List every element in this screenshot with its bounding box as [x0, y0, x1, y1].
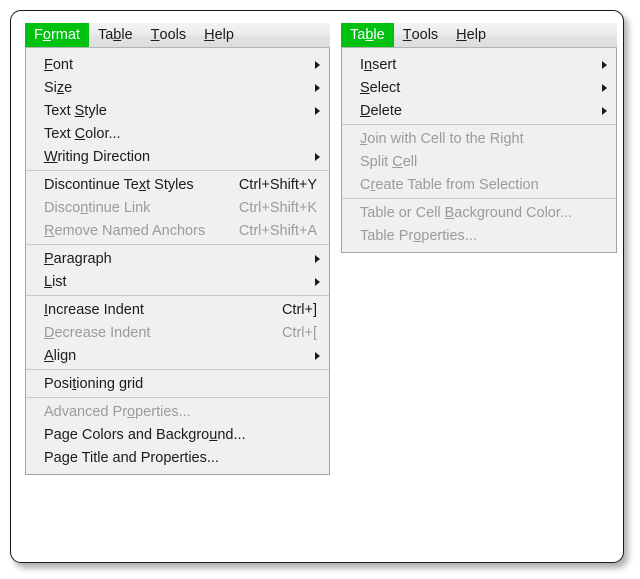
menu-item-label: Align	[44, 348, 76, 364]
menu-item-page-title-and-properties[interactable]: Page Title and Properties...	[26, 446, 329, 469]
menu-item-page-colors-and-background[interactable]: Page Colors and Background...	[26, 423, 329, 446]
menu-item-text-color[interactable]: Text Color...	[26, 122, 329, 145]
table-menu-cluster: TableToolsHelp Insert Select Delete Join wi…	[341, 23, 617, 253]
menu-group-1: Insert Select Delete	[342, 51, 616, 124]
menu-item-label: Insert	[360, 57, 396, 73]
menu-group-2: Join with Cell to the Right Split Cell Cre…	[342, 124, 616, 198]
menu-group-3: Table or Cell Background Color... Table P…	[342, 198, 616, 249]
menubar-item-tools[interactable]: Tools	[142, 23, 195, 47]
menu-item-label: Font	[44, 57, 73, 73]
menubar-item-table[interactable]: Table	[341, 23, 394, 47]
menu-group-1: Font Size Text Style Text Color... Writing D…	[26, 51, 329, 170]
menu-item-label: Split Cell	[360, 154, 417, 170]
menu-item-positioning-grid[interactable]: Positioning grid	[26, 372, 329, 395]
menu-group-3: Paragraph List	[26, 244, 329, 295]
menu-item-label: Page Colors and Background...	[44, 427, 246, 443]
menubar-table[interactable]: TableToolsHelp	[341, 23, 617, 48]
submenu-arrow-icon	[602, 107, 607, 115]
menu-item-label: Page Title and Properties...	[44, 450, 219, 466]
menu-item-label: Size	[44, 80, 72, 96]
menubar-item-help[interactable]: Help	[195, 23, 243, 47]
menu-item-label: Increase Indent	[44, 302, 144, 318]
menu-item-increase-indent[interactable]: Increase Indent Ctrl+]	[26, 298, 329, 321]
menu-item-label: Advanced Properties...	[44, 404, 191, 420]
menu-item-label: Table or Cell Background Color...	[360, 205, 572, 221]
menu-item-label: Delete	[360, 103, 402, 119]
menu-item-table-or-cell-background-color: Table or Cell Background Color...	[342, 201, 616, 224]
menu-item-delete[interactable]: Delete	[342, 99, 616, 122]
menu-item-shortcut: Ctrl+Shift+K	[239, 200, 321, 216]
submenu-arrow-icon	[315, 153, 320, 161]
menu-item-decrease-indent: Decrease Indent Ctrl+[	[26, 321, 329, 344]
dropdown-table[interactable]: Insert Select Delete Join with Cell to the …	[341, 48, 617, 253]
menu-item-label: Paragraph	[44, 251, 112, 267]
menu-item-shortcut: Ctrl+[	[282, 325, 321, 341]
submenu-arrow-icon	[602, 84, 607, 92]
menu-item-label: Join with Cell to the Right	[360, 131, 524, 147]
menu-item-shortcut: Ctrl+Shift+A	[239, 223, 321, 239]
menu-item-label: List	[44, 274, 67, 290]
submenu-arrow-icon	[315, 278, 320, 286]
menu-group-4: Increase Indent Ctrl+] Decrease Indent Ctrl…	[26, 295, 329, 369]
menu-item-label: Text Color...	[44, 126, 121, 142]
menu-item-list[interactable]: List	[26, 270, 329, 293]
menu-item-shortcut: Ctrl+]	[282, 302, 321, 318]
menubar-item-table[interactable]: Table	[89, 23, 142, 47]
menu-item-discontinue-text-styles[interactable]: Discontinue Text Styles Ctrl+Shift+Y	[26, 173, 329, 196]
menu-item-label: Create Table from Selection	[360, 177, 539, 193]
menubar-format[interactable]: FormatTableToolsHelp	[25, 23, 330, 48]
submenu-arrow-icon	[315, 255, 320, 263]
menu-item-label: Discontinue Text Styles	[44, 177, 194, 193]
menu-item-remove-named-anchors: Remove Named Anchors Ctrl+Shift+A	[26, 219, 329, 242]
menu-item-shortcut: Ctrl+Shift+Y	[239, 177, 321, 193]
menu-item-label: Decrease Indent	[44, 325, 150, 341]
submenu-arrow-icon	[315, 84, 320, 92]
menu-item-paragraph[interactable]: Paragraph	[26, 247, 329, 270]
menu-item-label: Text Style	[44, 103, 107, 119]
submenu-arrow-icon	[315, 61, 320, 69]
menubar-item-tools[interactable]: Tools	[394, 23, 447, 47]
menu-item-select[interactable]: Select	[342, 76, 616, 99]
menubar-item-help[interactable]: Help	[447, 23, 495, 47]
menubar-item-format[interactable]: Format	[25, 23, 89, 47]
dropdown-format[interactable]: Font Size Text Style Text Color... Writing D…	[25, 48, 330, 475]
menu-item-label: Discontinue Link	[44, 200, 150, 216]
menu-group-5: Positioning grid	[26, 369, 329, 397]
menu-item-size[interactable]: Size	[26, 76, 329, 99]
menu-item-text-style[interactable]: Text Style	[26, 99, 329, 122]
menu-item-discontinue-link: Discontinue Link Ctrl+Shift+K	[26, 196, 329, 219]
menu-item-label: Table Properties...	[360, 228, 477, 244]
submenu-arrow-icon	[602, 61, 607, 69]
submenu-arrow-icon	[315, 352, 320, 360]
window-frame: FormatTableToolsHelp FontSizeText StyleT…	[10, 10, 624, 563]
menu-item-font[interactable]: Font	[26, 53, 329, 76]
menu-item-label: Remove Named Anchors	[44, 223, 205, 239]
menu-item-label: Select	[360, 80, 400, 96]
menu-item-label: Positioning grid	[44, 376, 143, 392]
menu-item-writing-direction[interactable]: Writing Direction	[26, 145, 329, 168]
menu-item-table-properties: Table Properties...	[342, 224, 616, 247]
format-menu-cluster: FormatTableToolsHelp Font Size Text Style T…	[25, 23, 330, 475]
submenu-arrow-icon	[315, 107, 320, 115]
menu-item-align[interactable]: Align	[26, 344, 329, 367]
menu-item-join-with-cell-to-the-right: Join with Cell to the Right	[342, 127, 616, 150]
menu-item-create-table-from-selection: Create Table from Selection	[342, 173, 616, 196]
menu-group-2: Discontinue Text StylesCtrl+Shift+YDisco…	[26, 170, 329, 244]
menu-group-6: Advanced Properties... Page Colors and Ba…	[26, 397, 329, 471]
menu-item-advanced-properties: Advanced Properties...	[26, 400, 329, 423]
menu-item-insert[interactable]: Insert	[342, 53, 616, 76]
menu-item-split-cell: Split Cell	[342, 150, 616, 173]
menu-item-label: Writing Direction	[44, 149, 150, 165]
